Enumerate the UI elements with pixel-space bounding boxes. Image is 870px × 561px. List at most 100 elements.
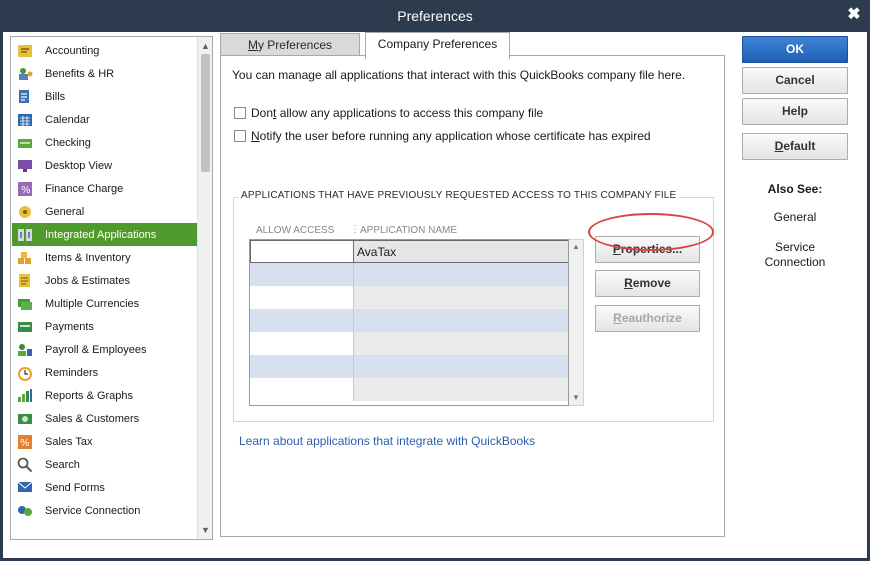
sidebar-item-finance-charge[interactable]: % Finance Charge — [12, 177, 197, 200]
properties-button[interactable]: Properties... — [595, 236, 700, 263]
sidebar-item-integrated-applications[interactable]: Integrated Applications — [12, 223, 197, 246]
table-row[interactable] — [250, 286, 568, 309]
jobs-estimates-icon — [15, 272, 35, 290]
also-see-general-link[interactable]: General — [742, 210, 848, 225]
notify-expired-checkbox[interactable] — [234, 130, 246, 142]
benefits-icon — [15, 65, 35, 83]
application-name-cell: AvaTax — [354, 240, 568, 263]
sidebar-item-label: Payments — [45, 320, 94, 333]
application-name-cell — [354, 286, 568, 309]
general-icon — [15, 203, 35, 221]
ok-button[interactable]: OK — [742, 36, 848, 63]
sidebar-item-label: Items & Inventory — [45, 251, 131, 264]
sidebar-item-checking[interactable]: Checking — [12, 131, 197, 154]
allow-access-cell[interactable] — [250, 286, 354, 309]
sidebar-item-payments[interactable]: Payments — [12, 315, 197, 338]
sidebar-item-jobs-estimates[interactable]: Jobs & Estimates — [12, 269, 197, 292]
sidebar-item-service-connection[interactable]: Service Connection — [12, 499, 197, 522]
tab-company-preferences[interactable]: Company Preferences — [365, 32, 510, 59]
sidebar-item-label: Service Connection — [45, 504, 141, 517]
scrollbar-thumb[interactable] — [201, 54, 210, 172]
sidebar-item-label: Jobs & Estimates — [45, 274, 130, 287]
window-title: Preferences — [397, 8, 473, 24]
sidebar-item-reminders[interactable]: Reminders — [12, 361, 197, 384]
link-line: Connection — [764, 255, 826, 269]
cancel-button[interactable]: Cancel — [742, 67, 848, 94]
sidebar-item-label: Finance Charge — [45, 182, 124, 195]
sidebar-item-search[interactable]: Search — [12, 453, 197, 476]
sidebar-item-label: Reminders — [45, 366, 99, 379]
reauthorize-button[interactable]: Reauthorize — [595, 305, 700, 332]
allow-access-cell[interactable] — [250, 355, 354, 378]
application-name-cell — [354, 263, 568, 286]
scroll-up-icon[interactable]: ▲ — [569, 240, 583, 254]
help-button[interactable]: Help — [742, 98, 848, 125]
send-forms-icon — [15, 479, 35, 497]
application-name-cell — [354, 355, 568, 378]
sidebar-item-sales-tax[interactable]: % Sales Tax — [12, 430, 197, 453]
sidebar-item-send-forms[interactable]: Send Forms — [12, 476, 197, 499]
allow-access-cell[interactable] — [250, 332, 354, 355]
sidebar-item-general[interactable]: General — [12, 200, 197, 223]
table-row[interactable] — [250, 355, 568, 378]
desktop-view-icon — [15, 157, 35, 175]
sidebar-item-calendar[interactable]: Calendar — [12, 108, 197, 131]
service-connection-icon — [15, 502, 35, 520]
sales-tax-icon: % — [15, 433, 35, 451]
sidebar-item-label: Checking — [45, 136, 91, 149]
label-part: Don — [251, 106, 274, 120]
table-scrollbar[interactable]: ▲ ▼ — [569, 239, 584, 406]
sidebar-item-reports-graphs[interactable]: Reports & Graphs — [12, 384, 197, 407]
dialog-body: Accounting Benefits & HR Bills Calendar Chec… — [3, 32, 867, 558]
payments-icon — [15, 318, 35, 336]
sidebar-item-label: Payroll & Employees — [45, 343, 147, 356]
sidebar-item-label: Search — [45, 458, 80, 471]
sidebar-item-benefits-hr[interactable]: Benefits & HR — [12, 62, 197, 85]
sidebar-item-label: Reports & Graphs — [45, 389, 134, 402]
button-label: roperties... — [620, 242, 683, 256]
sidebar-item-accounting[interactable]: Accounting — [12, 39, 197, 62]
button-mnemonic: R — [613, 311, 622, 325]
table-row[interactable] — [250, 309, 568, 332]
table-row[interactable]: AvaTax — [250, 240, 568, 263]
disallow-apps-checkbox[interactable] — [234, 107, 246, 119]
application-name-cell — [354, 309, 568, 332]
items-inventory-icon — [15, 249, 35, 267]
learn-integrations-link[interactable]: Learn about applications that integrate … — [239, 434, 535, 448]
label-part: allow any applications to access this co… — [276, 106, 544, 120]
intro-text: You can manage all applications that int… — [232, 68, 686, 82]
close-icon[interactable]: ✖ — [846, 7, 862, 23]
allow-access-cell[interactable] — [250, 263, 354, 286]
sidebar-item-items-inventory[interactable]: Items & Inventory — [12, 246, 197, 269]
scroll-up-icon[interactable]: ▲ — [198, 38, 212, 54]
sidebar-item-label: Calendar — [45, 113, 90, 126]
allow-access-cell[interactable] — [250, 309, 354, 332]
label-mnemonic: N — [251, 129, 260, 143]
table-row[interactable] — [250, 263, 568, 286]
sidebar-item-desktop-view[interactable]: Desktop View — [12, 154, 197, 177]
sidebar-item-payroll-employees[interactable]: Payroll & Employees — [12, 338, 197, 361]
column-header-application-name[interactable]: APPLICATION NAME — [360, 225, 457, 236]
sidebar-scrollbar[interactable]: ▲ ▼ — [197, 37, 212, 539]
also-see-service-connection-link[interactable]: Service Connection — [742, 240, 848, 270]
column-header-allow-access[interactable]: ALLOW ACCESS — [256, 225, 334, 236]
application-name-cell — [354, 332, 568, 355]
table-row[interactable] — [250, 378, 568, 401]
notify-expired-checkbox-row[interactable]: Notify the user before running any appli… — [234, 129, 651, 143]
allow-access-cell[interactable] — [250, 378, 354, 401]
allow-access-cell[interactable] — [250, 240, 354, 263]
sidebar-item-multiple-currencies[interactable]: Multiple Currencies — [12, 292, 197, 315]
button-label: eauthorize — [621, 311, 682, 325]
remove-button[interactable]: Remove — [595, 270, 700, 297]
tab-label: y Preferences — [257, 38, 333, 52]
sidebar-item-bills[interactable]: Bills — [12, 85, 197, 108]
scroll-down-icon[interactable]: ▼ — [198, 522, 212, 538]
table-header: ALLOW ACCESS ⋮ APPLICATION NAME — [249, 222, 569, 240]
scroll-down-icon[interactable]: ▼ — [569, 391, 583, 405]
sidebar-item-sales-customers[interactable]: Sales & Customers — [12, 407, 197, 430]
calendar-icon — [15, 111, 35, 129]
notify-expired-label: Notify the user before running any appli… — [251, 129, 651, 143]
table-row[interactable] — [250, 332, 568, 355]
default-button[interactable]: Default — [742, 133, 848, 160]
disallow-apps-checkbox-row[interactable]: Dont allow any applications to access th… — [234, 106, 543, 120]
